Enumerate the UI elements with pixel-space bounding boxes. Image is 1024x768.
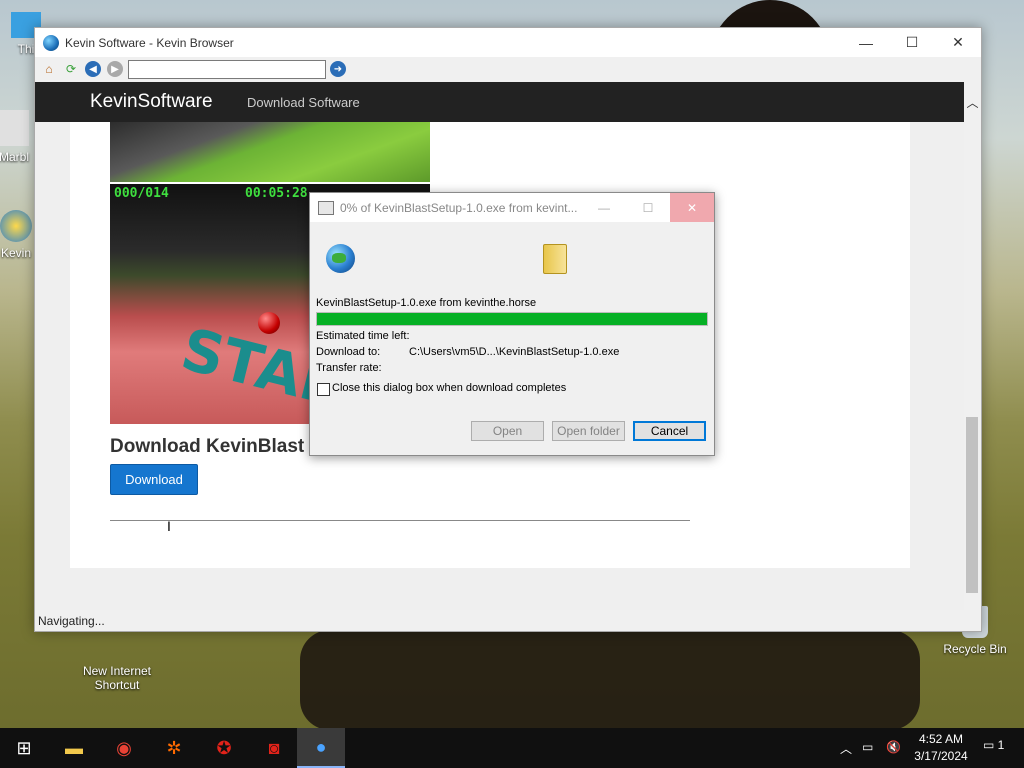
kevin-globe-icon [0, 210, 32, 242]
estimated-time-label: Estimated time left: [316, 330, 410, 342]
site-navbar: KevinSoftware Download Software [35, 82, 964, 122]
download-heading: Download KevinBlast [110, 436, 305, 457]
clock-date: 3/17/2024 [914, 749, 968, 763]
text-cursor-icon: I [167, 518, 171, 534]
chrome-icon: ◉ [116, 737, 132, 758]
taskbar: ⊞ ▬ ◉ ✲ ✪ ◙ ● ︿ ▭ 🔇 4:52 AM 3/17/2024 ▭ … [0, 728, 1024, 768]
folder-icon [543, 244, 567, 274]
browser-globe-icon: ● [315, 736, 327, 757]
shortcut-icon [99, 632, 135, 646]
app-red-icon: ✪ [216, 737, 232, 758]
taskbar-app-red[interactable]: ✪ [200, 728, 248, 768]
minimize-button[interactable]: — [843, 28, 889, 57]
desktop-icon-label: New Internet Shortcut [82, 664, 152, 692]
folder-icon: ▬ [65, 737, 83, 758]
status-bar: Navigating... [35, 610, 981, 631]
game-ball [258, 312, 280, 334]
dialog-maximize-button[interactable]: ☐ [626, 193, 670, 222]
go-icon[interactable]: ➜ [330, 61, 346, 77]
wallpaper-horse-legs [300, 630, 920, 730]
notification-count: 1 [997, 738, 1005, 752]
dialog-close-button[interactable]: ✕ [670, 193, 714, 222]
desktop-icon-label: Recycle Bin [943, 642, 1007, 656]
dialog-window-icon [318, 200, 334, 215]
globe-icon [326, 244, 355, 273]
open-button[interactable]: Open [471, 421, 544, 441]
download-to-label: Download to: [316, 346, 381, 358]
transfer-rate-label: Transfer rate: [316, 362, 382, 374]
camera-icon: ◙ [268, 737, 280, 758]
start-button[interactable]: ⊞ [0, 728, 48, 768]
scroll-up-icon[interactable]: ︿ [964, 94, 981, 111]
windows-logo-icon: ⊞ [16, 737, 32, 758]
vertical-scrollbar[interactable]: ︿ [964, 82, 981, 610]
back-icon[interactable]: ◀ [85, 61, 101, 77]
tray-chevron-icon[interactable]: ︿ [840, 740, 852, 757]
network-icon[interactable]: ▭ [862, 740, 873, 754]
clock-time: 4:52 AM [918, 732, 964, 746]
butterfly-icon: ✲ [166, 737, 182, 758]
close-when-complete-checkbox[interactable] [317, 383, 330, 396]
hud-score: 000/014 [114, 186, 169, 201]
marble-icon [0, 110, 29, 146]
browser-toolbar: ⌂ ⟳ ◀ ▶ ➜ [35, 57, 981, 81]
taskbar-clock[interactable]: 4:52 AM 3/17/2024 [912, 731, 970, 765]
dialog-title: 0% of KevinBlastSetup-1.0.exe from kevin… [340, 200, 578, 215]
nav-download-software-link[interactable]: Download Software [247, 95, 360, 110]
status-text: Navigating... [38, 614, 105, 628]
refresh-icon[interactable]: ⟳ [63, 61, 79, 77]
taskbar-file-explorer[interactable]: ▬ [50, 728, 98, 768]
volume-muted-icon[interactable]: 🔇 [886, 740, 901, 754]
taskbar-chrome[interactable]: ◉ [100, 728, 148, 768]
download-dialog: 0% of KevinBlastSetup-1.0.exe from kevin… [309, 192, 715, 456]
close-when-complete-label[interactable]: Close this dialog box when download comp… [332, 382, 566, 394]
desktop-icon-label: Marbl [0, 150, 29, 164]
cancel-button[interactable]: Cancel [633, 421, 706, 441]
open-folder-button[interactable]: Open folder [552, 421, 625, 441]
browser-globe-icon [43, 34, 59, 51]
browser-titlebar[interactable]: Kevin Software - Kevin Browser — ☐ ✕ [35, 28, 981, 57]
hud-timer: 00:05:28 [245, 186, 308, 201]
dialog-minimize-button[interactable]: — [582, 193, 626, 222]
taskbar-recorder[interactable]: ◙ [250, 728, 298, 768]
download-button[interactable]: Download [110, 464, 198, 495]
maximize-button[interactable]: ☐ [889, 28, 935, 57]
divider [110, 520, 690, 521]
taskbar-butterfly-app[interactable]: ✲ [150, 728, 198, 768]
dialog-file-line: KevinBlastSetup-1.0.exe from kevinthe.ho… [316, 297, 537, 309]
address-bar-input[interactable] [128, 59, 326, 79]
download-progress-fill [317, 313, 707, 325]
download-progress-bar [316, 312, 708, 326]
game-screenshot-1 [110, 122, 430, 182]
forward-icon[interactable]: ▶ [107, 61, 123, 77]
notification-center-icon[interactable]: ▭ 1 [983, 738, 1004, 752]
home-icon[interactable]: ⌂ [41, 61, 57, 77]
browser-title: Kevin Software - Kevin Browser [65, 35, 234, 50]
site-brand-link[interactable]: KevinSoftware [90, 91, 213, 113]
desktop-icon-label: Kevin [0, 246, 32, 260]
taskbar-kevin-browser[interactable]: ● [297, 728, 345, 768]
close-button[interactable]: ✕ [935, 28, 981, 57]
desktop-icon-label: Thi [17, 42, 35, 56]
scroll-thumb[interactable] [966, 417, 978, 593]
download-to-value: C:\Users\vm5\D...\KevinBlastSetup-1.0.ex… [409, 346, 620, 358]
dialog-titlebar[interactable]: 0% of KevinBlastSetup-1.0.exe from kevin… [310, 193, 714, 222]
